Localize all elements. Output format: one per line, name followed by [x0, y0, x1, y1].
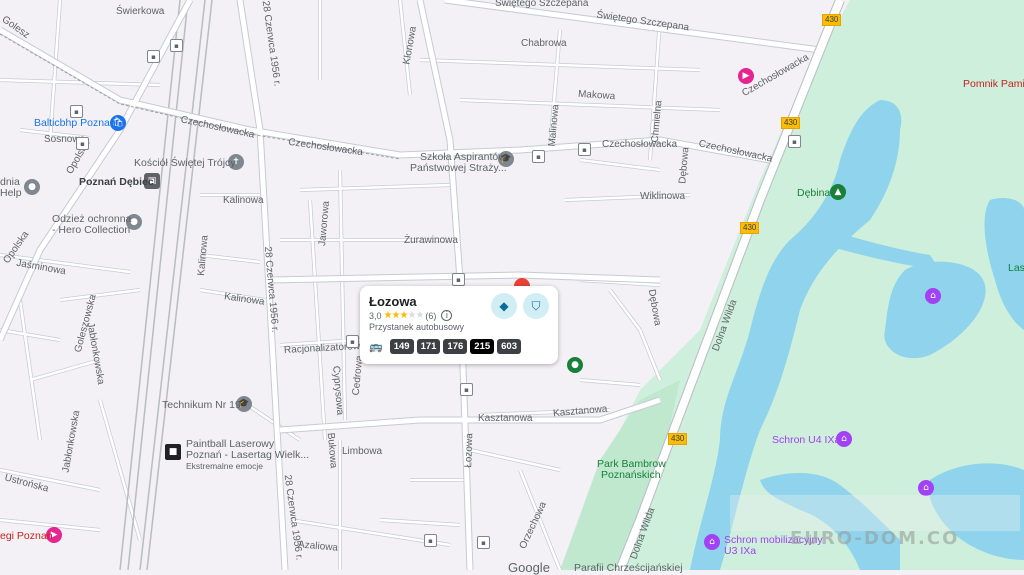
poi-debina[interactable]: Dębina	[797, 187, 830, 199]
entertainment-icon[interactable]: ▶	[738, 68, 754, 84]
bus-stop-icon[interactable]: ▪	[532, 150, 545, 163]
route-chip-active[interactable]: 215	[470, 339, 495, 354]
poi-pomnik[interactable]: Pomnik Pamię	[963, 78, 1024, 90]
watermark-overlay	[730, 495, 1020, 531]
info-icon[interactable]: i	[441, 310, 453, 321]
entertainment-icon[interactable]: ⌂	[918, 480, 934, 496]
route-chip[interactable]: 171	[416, 339, 441, 354]
road-shield-430: 430	[668, 433, 688, 445]
place-title: Łozowa	[369, 294, 417, 309]
poi-park-line2[interactable]: Poznańskich	[601, 469, 661, 481]
route-chip[interactable]: 176	[443, 339, 468, 354]
park-icon[interactable]: ▲	[830, 184, 846, 200]
road-shield-430: 430	[781, 117, 801, 129]
map-canvas[interactable]	[0, 0, 1024, 570]
bus-stop-icon[interactable]: ▪	[460, 383, 473, 396]
poi-paintball-line3: Ekstremalne emocje	[186, 461, 264, 471]
poi-kosciol[interactable]: Kościół Świętej Trójcy	[134, 157, 236, 169]
rating-stars: ★★★★★	[383, 310, 425, 321]
poi-schron-u4[interactable]: Schron U4 IXa	[772, 434, 840, 446]
route-chip[interactable]: 149	[389, 339, 414, 354]
bus-stop-icon[interactable]: ▪	[76, 137, 89, 150]
bus-stop-icon[interactable]: ▪	[170, 39, 183, 52]
route-list: 🚌 149 171 176 215 603	[369, 339, 521, 354]
street-label: Limbowa	[342, 446, 383, 457]
bus-stop-icon[interactable]: ▪	[477, 536, 490, 549]
star-filled-group: ★★★	[383, 310, 409, 321]
place-info-card[interactable]: Łozowa 3,0 ★★★★★ (6) i Przystanek autobu…	[360, 286, 558, 364]
road-shield-430: 430	[740, 222, 760, 234]
bus-stop-icon[interactable]: ▪	[452, 273, 465, 286]
poi-help-line2[interactable]: Help	[0, 187, 22, 199]
directions-button[interactable]: ◆	[491, 293, 517, 319]
poi-szkola-line2[interactable]: Państwowej Straży...	[410, 162, 507, 174]
poi-parafia[interactable]: Parafii Chrześcijańskiej	[574, 562, 683, 574]
bus-icon: 🚌	[369, 340, 383, 353]
bus-stop-icon[interactable]: ▪	[424, 534, 437, 547]
poi-odziez-line2[interactable]: - Hero Collection	[52, 224, 130, 236]
place-rating: 3,0 ★★★★★ (6) i	[369, 310, 453, 321]
road-shield-430: 430	[822, 14, 842, 26]
paintball-logo-icon[interactable]: ■	[165, 444, 181, 460]
place-type: Przystanek autobusowy	[369, 322, 465, 332]
street-label: Świętego Szczepana	[495, 0, 589, 9]
street-label: Kasztanowa	[478, 413, 533, 424]
poi-balticbhp[interactable]: Balticbhp Poznań	[34, 117, 116, 129]
street-label: Świerkowa	[116, 6, 165, 17]
google-logo: Google	[508, 560, 550, 575]
street-label: Łozowa	[463, 433, 476, 468]
street-label: Wiklinowa	[640, 191, 686, 202]
star-empty-group: ★★	[407, 310, 424, 321]
poi-egi-poznan[interactable]: egi Poznań	[0, 530, 53, 542]
street-label: Żurawinowa	[404, 235, 458, 246]
park-marker-icon[interactable]: ●	[567, 357, 583, 373]
poi-schron-mob-line2[interactable]: U3 IXa	[724, 545, 756, 557]
poi-technikum[interactable]: Technikum Nr 19	[162, 399, 241, 411]
bus-stop-icon[interactable]: ▪	[147, 50, 160, 63]
bus-stop-icon[interactable]: ▪	[346, 335, 359, 348]
bus-stop-icon[interactable]: ▪	[788, 135, 801, 148]
poi-poznan-debiec[interactable]: Poznań Dębiec	[79, 176, 154, 188]
route-chip[interactable]: 603	[497, 339, 521, 354]
street-label: Czechosłowacka	[602, 139, 678, 150]
entertainment-icon[interactable]: ⌂	[925, 288, 941, 304]
rating-value: 3,0	[369, 310, 382, 321]
bookmark-icon: ⛉	[531, 298, 541, 313]
street-label: Kalinowa	[223, 195, 264, 206]
store-icon[interactable]: ●	[24, 179, 40, 195]
directions-icon: ◆	[499, 299, 509, 313]
bus-stop-icon[interactable]: ▪	[578, 143, 591, 156]
poi-las[interactable]: Las	[1008, 262, 1024, 274]
street-label: Chabrowa	[521, 38, 567, 49]
review-count[interactable]: (6)	[425, 311, 436, 321]
save-button[interactable]: ⛉	[523, 293, 549, 319]
watermark-text: EURO-DOM.CO	[790, 528, 960, 549]
entertainment-icon[interactable]: ⌂	[704, 534, 720, 550]
